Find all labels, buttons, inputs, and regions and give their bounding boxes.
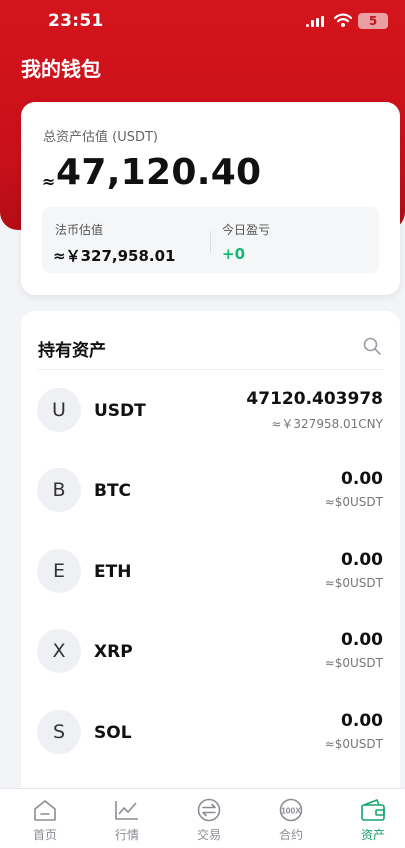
asset-avatar: X [37,629,81,673]
tab-label: 交易 [196,828,221,842]
asset-row-eth[interactable]: E ETH 0.00 ≈$0USDT [21,532,400,612]
total-assets-label: 总资产估值 (USDT) [43,130,158,145]
asset-amount: 0.00 [341,469,383,489]
home-icon [34,800,56,821]
asset-amount: 0.00 [341,630,383,650]
asset-value: ≈$0USDT [324,495,383,509]
cellular-signal-icon [306,16,324,27]
fiat-value: ≈￥327,958.01 [53,247,176,265]
chart-icon [115,801,138,820]
holdings-panel: 持有资产 U USDT 47120.403978 ≈￥327958.01CNY … [21,311,400,848]
tab-label: 合约 [278,828,303,842]
divider [210,231,211,253]
asset-avatar: S [37,710,81,754]
wifi-icon [334,13,352,27]
daily-pnl-label: 今日盈亏 [222,223,271,237]
tab-market[interactable]: 行情 [86,789,168,848]
asset-value: ≈$0USDT [324,656,383,670]
approx-symbol: ≈ [42,172,56,191]
asset-row-xrp[interactable]: X XRP 0.00 ≈$0USDT [21,612,400,692]
fiat-value-label: 法币估值 [55,223,104,237]
asset-avatar: E [37,549,81,593]
asset-avatar: B [37,468,81,512]
wallet-icon [361,799,385,821]
asset-row-usdt[interactable]: U USDT 47120.403978 ≈￥327958.01CNY [21,371,400,451]
tab-home[interactable]: 首页 [4,789,86,848]
exchange-icon [197,798,221,822]
divider [38,369,383,370]
status-time: 23:51 [48,11,104,31]
battery-icon: 5 [358,13,388,29]
asset-symbol: SOL [94,723,132,743]
asset-symbol: ETH [94,562,132,582]
tab-trade[interactable]: 交易 [168,789,250,848]
holdings-title: 持有资产 [38,341,106,361]
page-title: 我的钱包 [21,57,101,81]
total-assets-value: 47,120.40 [56,152,262,193]
contract-100x-icon: 100X [279,798,303,822]
asset-symbol: USDT [94,401,146,421]
asset-row-btc[interactable]: B BTC 0.00 ≈$0USDT [21,451,400,531]
search-icon[interactable] [362,336,382,356]
asset-value: ≈￥327958.01CNY [271,417,383,431]
tab-label: 行情 [114,828,139,842]
bottom-tab-bar: 首页 行情 交易 100X 合约 资产 [0,788,405,848]
asset-amount: 0.00 [341,711,383,731]
asset-avatar: U [37,388,81,432]
status-bar: 23:51 5 [0,0,405,44]
tab-label: 首页 [32,828,57,842]
asset-symbol: XRP [94,642,133,662]
asset-row-sol[interactable]: S SOL 0.00 ≈$0USDT [21,693,400,773]
summary-details: 法币估值 ≈￥327,958.01 今日盈亏 +0 [42,207,379,273]
asset-value: ≈$0USDT [324,737,383,751]
tab-label: 资产 [360,828,385,842]
asset-value: ≈$0USDT [324,576,383,590]
asset-amount: 0.00 [341,550,383,570]
asset-symbol: BTC [94,481,132,501]
tab-contract[interactable]: 100X 合约 [250,789,332,848]
tab-assets[interactable]: 资产 [332,789,405,848]
asset-summary-card: 总资产估值 (USDT) ≈ 47,120.40 法币估值 ≈￥327,958.… [21,102,400,295]
svg-text:100X: 100X [281,806,301,816]
daily-pnl-value: +0 [222,245,246,263]
asset-amount: 47120.403978 [246,389,383,409]
